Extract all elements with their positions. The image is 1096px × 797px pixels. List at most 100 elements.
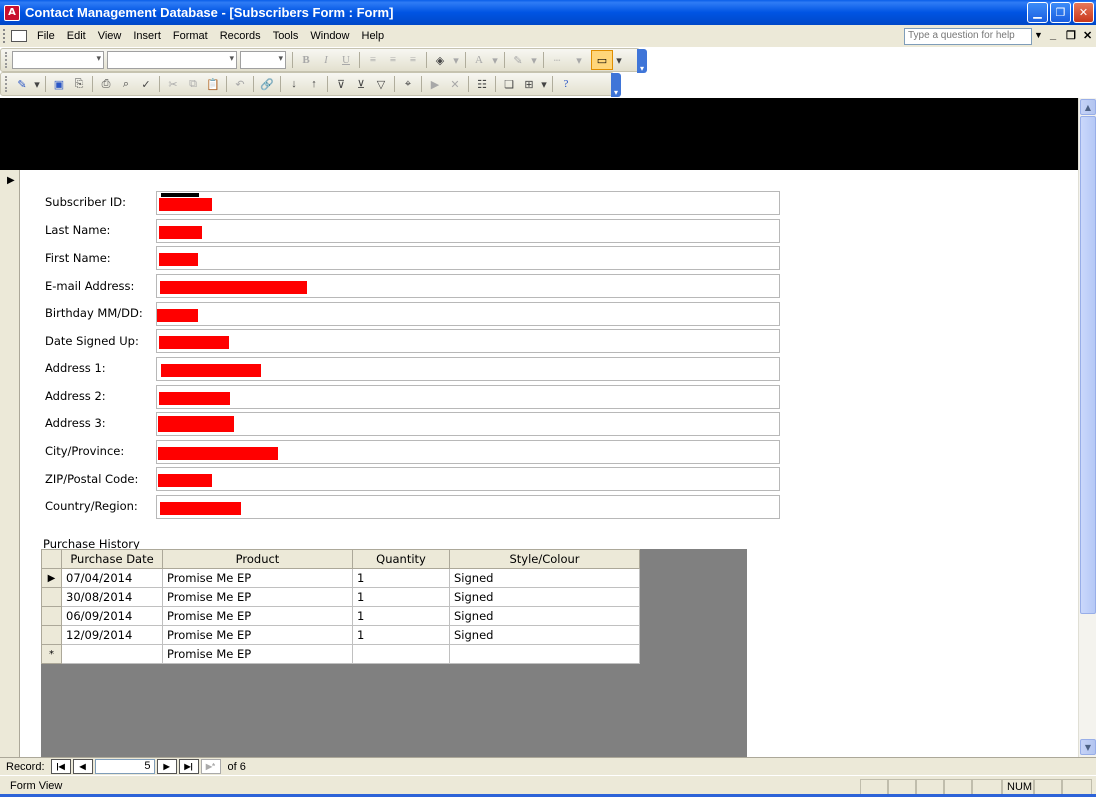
fill-color-dropdown[interactable]: ▾ [451, 51, 461, 69]
menu-help[interactable]: Help [356, 30, 391, 42]
first-record-button[interactable]: |◀ [50, 759, 71, 774]
copy-icon[interactable]: ⧉ [184, 75, 202, 93]
toolbar-grip[interactable] [5, 76, 9, 92]
line-color-dropdown[interactable]: ▾ [529, 51, 539, 69]
previous-record-button[interactable]: ◀ [72, 759, 93, 774]
new-object-icon[interactable]: ⊞ [520, 75, 538, 93]
file-search-icon[interactable]: ⎘ [70, 75, 88, 93]
quantity-cell[interactable] [352, 644, 450, 664]
print-preview-icon[interactable]: ⌕ [117, 75, 135, 93]
find-icon[interactable]: ⌖ [399, 75, 417, 93]
spelling-icon[interactable]: ✓ [137, 75, 155, 93]
column-header-quantity[interactable]: Quantity [352, 549, 450, 569]
address-3-field[interactable] [156, 412, 780, 436]
help-icon[interactable]: ? [557, 75, 575, 93]
fill-color-icon[interactable]: ◈ [431, 51, 449, 69]
quantity-cell[interactable]: 1 [352, 587, 450, 607]
scroll-down-icon[interactable]: ▼ [1080, 739, 1096, 755]
apply-filter-icon[interactable]: ▽ [372, 75, 390, 93]
new-record-row[interactable]: * Promise Me EP [41, 644, 640, 664]
subscriber-id-field[interactable] [156, 191, 780, 215]
new-record-icon[interactable]: ▶ [426, 75, 444, 93]
view-dropdown[interactable]: ▾ [33, 75, 41, 93]
quantity-cell[interactable]: 1 [352, 625, 450, 645]
purchase-date-cell[interactable]: 06/09/2014 [61, 606, 163, 626]
mdi-close-button[interactable]: ✕ [1083, 29, 1092, 42]
table-row[interactable]: ▶ 07/04/2014 Promise Me EP 1 Signed [41, 568, 640, 588]
product-cell[interactable]: Promise Me EP [162, 587, 353, 607]
align-center-icon[interactable]: ≡ [384, 51, 402, 69]
zip-postal-code-field[interactable] [156, 467, 780, 491]
scroll-up-icon[interactable]: ▲ [1080, 99, 1096, 115]
menu-tools[interactable]: Tools [267, 30, 305, 42]
filter-by-form-icon[interactable]: ⊻ [352, 75, 370, 93]
purchase-date-cell[interactable]: 12/09/2014 [61, 625, 163, 645]
style-colour-cell[interactable]: Signed [449, 568, 640, 588]
cut-icon[interactable]: ✂ [164, 75, 182, 93]
font-size-combo[interactable] [240, 51, 286, 69]
special-effect-dropdown[interactable]: ▾ [614, 51, 624, 69]
hyperlink-icon[interactable]: 🔗 [258, 75, 276, 93]
database-window-icon[interactable]: ❏ [500, 75, 518, 93]
first-name-field[interactable] [156, 246, 780, 270]
next-record-button[interactable]: ▶ [156, 759, 177, 774]
last-record-button[interactable]: ▶| [178, 759, 199, 774]
sort-ascending-icon[interactable]: ↓ [285, 75, 303, 93]
new-record-marker[interactable]: * [41, 644, 62, 664]
birthday-field[interactable] [156, 302, 780, 326]
close-button[interactable]: ✕ [1073, 2, 1094, 23]
record-number-input[interactable]: 5 [94, 759, 155, 774]
email-address-field[interactable] [156, 274, 780, 298]
product-cell[interactable]: Promise Me EP [162, 644, 353, 664]
menu-insert[interactable]: Insert [127, 30, 167, 42]
purchase-date-cell[interactable]: 07/04/2014 [61, 568, 163, 588]
menu-file[interactable]: File [31, 30, 61, 42]
italic-icon[interactable]: I [317, 51, 335, 69]
menu-grip[interactable] [3, 29, 9, 43]
purchase-date-cell[interactable]: 30/08/2014 [61, 587, 163, 607]
delete-record-icon[interactable]: ✕ [446, 75, 464, 93]
row-selector[interactable] [41, 587, 62, 607]
country-region-field[interactable] [156, 495, 780, 519]
record-selector[interactable]: ▶ [0, 170, 20, 757]
select-all-corner[interactable] [41, 549, 62, 569]
menu-window[interactable]: Window [304, 30, 355, 42]
bold-icon[interactable]: B [297, 51, 315, 69]
vertical-scrollbar[interactable]: ▲ ▼ [1078, 98, 1096, 757]
line-width-icon[interactable]: ┈ [548, 51, 566, 69]
quantity-cell[interactable]: 1 [352, 606, 450, 626]
purchase-date-cell[interactable] [61, 644, 163, 664]
save-icon[interactable]: ▣ [50, 75, 68, 93]
address-1-field[interactable] [156, 357, 780, 381]
line-width-dropdown[interactable]: ▾ [568, 51, 590, 69]
restore-button[interactable]: ❐ [1050, 2, 1071, 23]
align-right-icon[interactable]: ≡ [404, 51, 422, 69]
table-row[interactable]: 06/09/2014 Promise Me EP 1 Signed [41, 606, 640, 626]
product-cell[interactable]: Promise Me EP [162, 568, 353, 588]
form-document-icon[interactable] [11, 30, 27, 42]
row-selector[interactable] [41, 606, 62, 626]
properties-icon[interactable]: ☷ [473, 75, 491, 93]
view-icon[interactable]: ✎ [13, 75, 31, 93]
column-header-style-colour[interactable]: Style/Colour [449, 549, 640, 569]
style-colour-cell[interactable]: Signed [449, 606, 640, 626]
special-effect-icon[interactable]: ▭ [591, 50, 613, 70]
table-row[interactable]: 30/08/2014 Promise Me EP 1 Signed [41, 587, 640, 607]
help-dropdown-icon[interactable]: ▼ [1034, 30, 1043, 40]
date-signed-up-field[interactable] [156, 329, 780, 353]
underline-icon[interactable]: U [337, 51, 355, 69]
style-colour-cell[interactable] [449, 644, 640, 664]
line-color-icon[interactable]: ✎ [509, 51, 527, 69]
access-icon[interactable]: A [4, 4, 20, 21]
quantity-cell[interactable]: 1 [352, 568, 450, 588]
toolbar-options-icon[interactable]: ▾ [611, 73, 621, 97]
object-combo[interactable] [12, 51, 104, 69]
menu-records[interactable]: Records [214, 30, 267, 42]
font-name-combo[interactable] [107, 51, 237, 69]
menu-format[interactable]: Format [167, 30, 214, 42]
mdi-restore-button[interactable]: ❐ [1066, 29, 1076, 42]
row-selector-current[interactable]: ▶ [41, 568, 62, 588]
column-header-product[interactable]: Product [162, 549, 353, 569]
style-colour-cell[interactable]: Signed [449, 587, 640, 607]
style-colour-cell[interactable]: Signed [449, 625, 640, 645]
